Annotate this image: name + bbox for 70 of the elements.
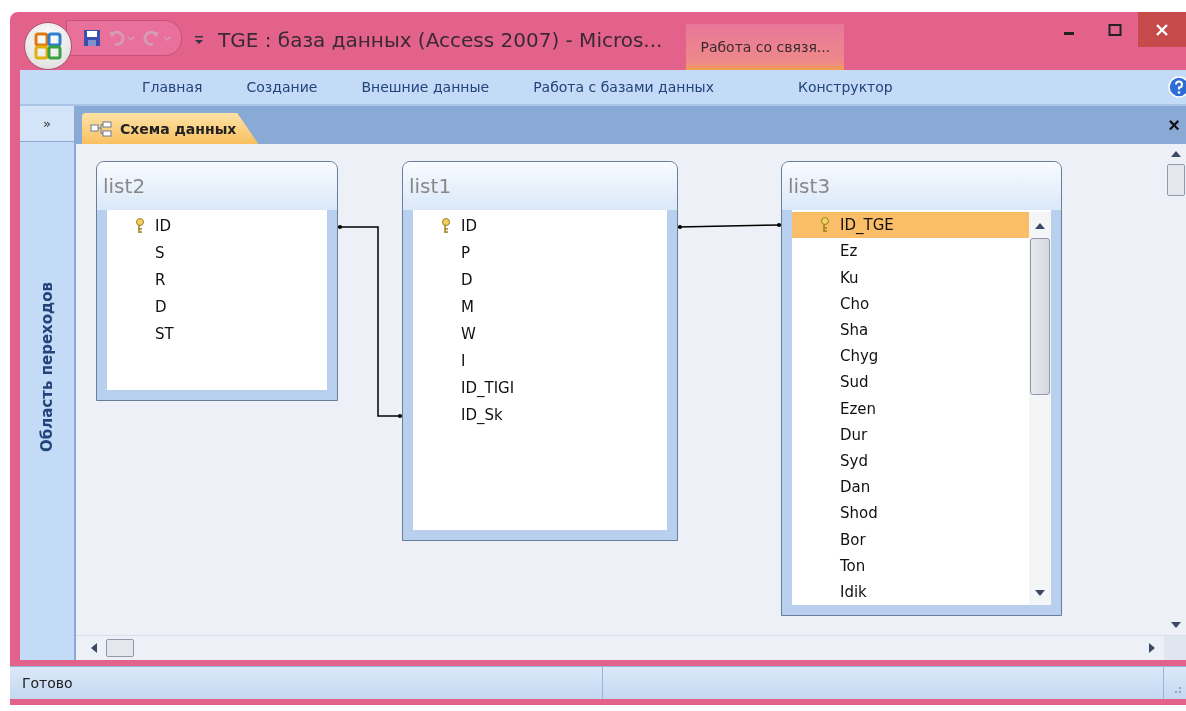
customize-dropdown-icon[interactable] [194,34,204,46]
office-button[interactable] [24,22,72,70]
field-row[interactable]: Dur [792,421,1029,448]
scrollbar-corner [1164,636,1186,660]
field-row[interactable]: D [107,293,327,320]
scroll-up-icon[interactable] [1170,150,1182,158]
field-row[interactable]: ID_TIGI [413,374,667,401]
scroll-up-icon[interactable] [1034,222,1046,230]
scroll-left-icon[interactable] [90,642,98,654]
field-row[interactable]: Ezen [792,395,1029,422]
field-row[interactable]: Ez [792,238,1029,265]
list-scrollbar[interactable] [1029,212,1051,605]
navigation-pane-label[interactable]: Область переходов [38,282,56,452]
scroll-thumb[interactable] [1167,164,1185,196]
horizontal-scrollbar[interactable] [76,635,1186,660]
field-row[interactable]: ID_TGE [792,212,1029,239]
field-row[interactable]: Syd [792,447,1029,475]
field-row[interactable]: Sud [792,369,1029,396]
minimize-icon [1064,32,1074,35]
table-title: list2 [97,162,337,210]
window-title: TGE : база данных (Access 2007) - Micros... [218,28,663,52]
scroll-right-icon[interactable] [1148,642,1156,654]
ribbon-tab[interactable]: Главная [120,70,225,104]
ribbon-tab[interactable]: Создание [224,70,340,104]
field-row[interactable]: I [413,347,667,374]
document-tab[interactable]: Схема данных [82,113,259,144]
field-row[interactable]: Ku [792,264,1029,291]
office-logo-icon [33,31,63,61]
field-row[interactable]: P [413,239,667,266]
scroll-down-icon[interactable] [1034,589,1046,597]
table-title: list3 [782,162,1061,210]
field-row[interactable]: R [107,266,327,293]
scroll-down-icon[interactable] [1170,621,1182,629]
close-button[interactable] [1138,12,1186,47]
field-row[interactable]: Shod [792,500,1029,527]
table-window[interactable]: list2 ID S R D ST [96,161,338,401]
save-icon[interactable] [83,29,101,47]
maximize-icon [1108,22,1122,37]
vertical-scrollbar[interactable] [1166,144,1186,635]
field-row[interactable]: ID [413,212,667,239]
help-icon[interactable] [1168,76,1186,98]
field-row[interactable]: Chyg [792,343,1029,370]
field-row[interactable]: Idik [792,578,1029,606]
field-row[interactable]: M [413,293,667,320]
relationships-icon [90,120,112,137]
close-icon [1155,22,1169,37]
field-row[interactable]: ID [107,212,327,239]
resize-grip-icon[interactable] [1172,684,1182,694]
scroll-thumb[interactable] [106,639,134,657]
status-text: Готово [21,675,74,691]
field-row[interactable]: S [107,239,327,266]
close-tab-button[interactable]: × [1166,113,1182,137]
field-row[interactable]: Bor [792,526,1029,553]
ribbon-tab[interactable]: Работа с базами данных [511,70,736,104]
field-row[interactable]: Sha [792,316,1029,343]
field-row[interactable]: Ton [792,552,1029,579]
field-row[interactable]: D [413,266,667,293]
ribbon-tab[interactable]: Внешние данные [339,70,512,104]
expand-pane-button[interactable]: » [20,106,74,142]
table-window[interactable]: list1 ID P D M W I ID_TIGI ID_Sk [402,161,678,541]
field-row[interactable]: Dan [792,474,1029,501]
ribbon-tab[interactable]: Конструктор [775,70,915,104]
contextual-tab-group: Работа со связя... [686,24,845,70]
table-title: list1 [403,162,677,210]
field-row[interactable]: Cho [792,290,1029,317]
scroll-thumb[interactable] [1030,238,1050,395]
field-row[interactable]: ID_Sk [413,401,667,428]
field-row[interactable]: ST [107,320,327,347]
field-row[interactable]: W [413,320,667,347]
table-window[interactable]: list3 ID_TGE Ez Ku Cho Sha Chyg Sud Ezen Dur Syd Dan Shod Bor Ton Idik [781,161,1062,616]
